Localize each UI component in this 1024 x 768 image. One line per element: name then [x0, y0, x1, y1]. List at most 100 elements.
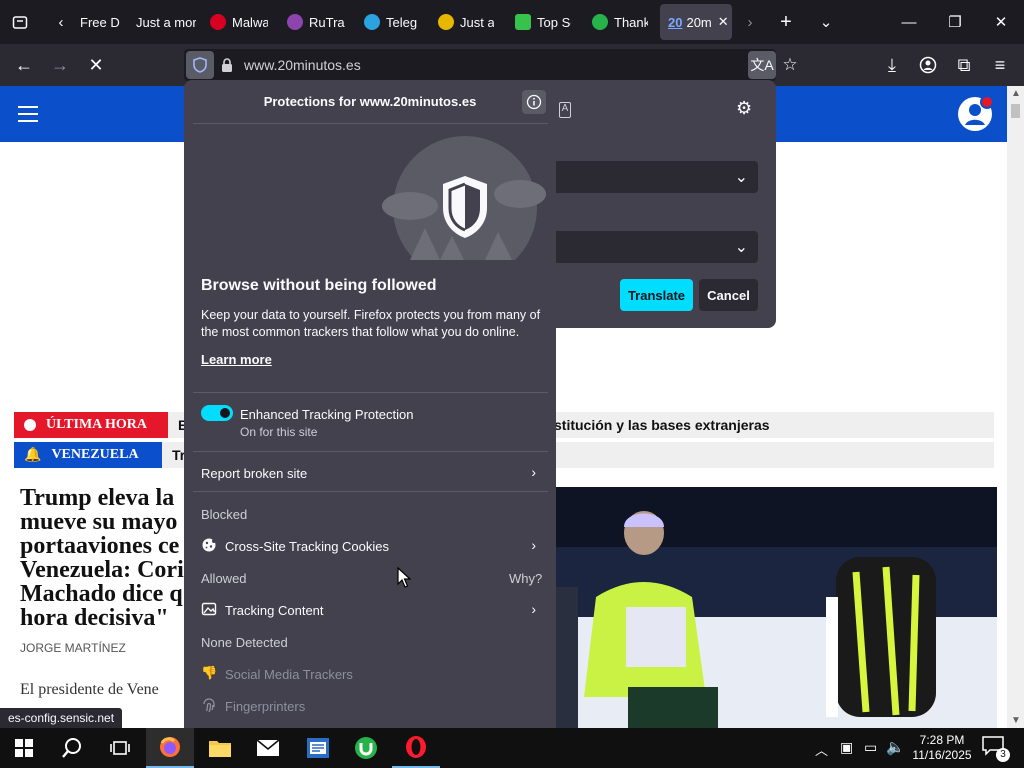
leaf-favicon-icon — [515, 14, 531, 30]
tab-1[interactable]: Just a mor — [136, 4, 196, 40]
word-app-icon[interactable] — [294, 728, 342, 768]
divider — [193, 123, 548, 124]
volume-muted-icon[interactable]: 🔈 — [886, 738, 905, 756]
scroll-tabs-left-icon[interactable]: ‹ — [46, 0, 76, 44]
search-icon[interactable] — [48, 728, 96, 768]
translate-button[interactable]: Translate — [620, 279, 693, 311]
bell-icon: 🔔 — [24, 447, 42, 463]
tab-label: Just a — [460, 14, 494, 30]
breaking-label: ÚLTIMA HORA — [46, 417, 148, 432]
article-headline[interactable]: Trump eleva la mueve su mayo portaavione… — [20, 486, 190, 630]
popup-title: Protections for www.20minutos.es — [263, 94, 477, 109]
translate-settings-gear-icon[interactable]: ⚙ — [736, 98, 752, 119]
translate-panel: A ⚙ ⌄ ⌄ Translate Cancel — [554, 80, 776, 328]
utorrent-taskbar-icon[interactable] — [342, 728, 390, 768]
windows-start-icon[interactable] — [0, 728, 48, 768]
close-window-icon[interactable]: ✕ — [978, 0, 1024, 44]
divider — [193, 392, 548, 393]
hamburger-menu-icon[interactable] — [18, 106, 38, 122]
new-tab-icon[interactable]: + — [768, 0, 804, 44]
tab-label: Telegr — [386, 14, 418, 30]
stop-loading-icon[interactable]: ✕ — [80, 49, 112, 81]
cross-site-chevron-right-icon[interactable]: › — [531, 537, 536, 553]
tracking-content-row[interactable]: Tracking Content — [225, 603, 324, 618]
scroll-tabs-right-icon[interactable]: › — [735, 0, 765, 44]
tab-0[interactable]: Free D — [80, 4, 128, 40]
tab-4[interactable]: Telegr — [364, 4, 418, 40]
opera-taskbar-icon[interactable] — [392, 728, 440, 768]
firefox-taskbar-icon[interactable] — [146, 728, 194, 768]
tab-2[interactable]: Malwa — [210, 4, 268, 40]
downloads-icon[interactable]: ⤓ — [876, 49, 908, 81]
back-icon[interactable]: ← — [8, 49, 40, 81]
20minutos-favicon-icon: 20 — [668, 14, 683, 30]
taskbar: ︿ ▣ ▭ 🔈 7:28 PM 11/16/2025 3 — [0, 728, 1024, 768]
report-broken-site-row[interactable]: Report broken site — [201, 466, 539, 481]
tab-3[interactable]: RuTrac — [287, 4, 345, 40]
bookmark-star-icon[interactable]: ☆ — [774, 49, 806, 81]
tab-label: RuTrac — [309, 14, 345, 30]
forward-icon[interactable]: → — [44, 49, 76, 81]
restore-icon[interactable]: ❐ — [932, 0, 978, 44]
mail-icon[interactable] — [244, 728, 292, 768]
tracking-content-chevron-right-icon[interactable]: › — [531, 601, 536, 617]
close-tab-icon[interactable]: ✕ — [718, 14, 729, 30]
status-bar: es-config.sensic.net — [0, 708, 123, 728]
tab-list-icon[interactable] — [0, 0, 40, 44]
url-bar[interactable]: www.20minutos.es 文A — [184, 49, 776, 81]
utorrent-favicon-icon — [592, 14, 608, 30]
chevron-down-icon: ⌄ — [734, 239, 748, 256]
report-broken-site-label: Report broken site — [201, 466, 308, 481]
account-icon[interactable] — [912, 49, 944, 81]
info-icon[interactable] — [522, 90, 546, 114]
show-hidden-icons-chevron-up-icon[interactable]: ︿ — [815, 740, 828, 759]
tab-5[interactable]: Just a — [438, 4, 494, 40]
fingerprinters-row: Fingerprinters — [225, 699, 306, 714]
popup-body: Keep your data to yourself. Firefox prot… — [201, 308, 541, 339]
network-icon[interactable]: ▭ — [864, 739, 877, 756]
cookie-icon — [201, 537, 217, 558]
clock-time: 7:28 PM — [919, 733, 965, 747]
scroll-up-icon[interactable]: ▲ — [1011, 88, 1021, 99]
cancel-button[interactable]: Cancel — [699, 279, 758, 311]
article-photo[interactable] — [556, 487, 997, 728]
page-scrollbar[interactable]: ▲ ▼ — [1007, 86, 1024, 728]
cross-site-cookies-row[interactable]: Cross-Site Tracking Cookies — [225, 539, 389, 554]
none-detected-header: None Detected — [201, 635, 288, 650]
user-avatar-icon[interactable] — [958, 95, 994, 131]
menu-icon[interactable]: ≡ — [984, 49, 1016, 81]
divider — [193, 451, 548, 452]
tab-label: Top Sc — [537, 14, 571, 30]
mouse-cursor-icon — [397, 566, 412, 594]
scroll-down-icon[interactable]: ▼ — [1011, 715, 1021, 726]
clock-date: 11/16/2025 — [912, 748, 972, 762]
tab-active-20minutos[interactable]: 20 20m ✕ — [660, 4, 732, 40]
tab-7[interactable]: Thank — [592, 4, 648, 40]
file-explorer-icon[interactable] — [196, 728, 244, 768]
learn-more-link[interactable]: Learn more — [201, 352, 272, 367]
social-media-trackers-row: Social Media Trackers — [225, 667, 353, 682]
popup-heading: Browse without being followed — [201, 277, 437, 294]
why-link[interactable]: Why? — [509, 571, 542, 586]
notification-count-badge: 3 — [996, 748, 1010, 762]
translate-from-select[interactable]: ⌄ — [554, 161, 758, 193]
translate-to-select[interactable]: ⌄ — [554, 231, 758, 263]
tab-6[interactable]: Top Sc — [515, 4, 571, 40]
task-view-icon[interactable] — [96, 728, 144, 768]
translate-icon[interactable]: 文A — [748, 51, 776, 79]
minimize-icon[interactable]: — — [886, 0, 932, 44]
meet-now-icon[interactable]: ▣ — [840, 739, 853, 756]
malware-favicon-icon — [210, 14, 226, 30]
report-chevron-right-icon: › — [531, 464, 536, 480]
clock[interactable]: 7:28 PM 11/16/2025 — [912, 733, 972, 763]
tab-label: Malwa — [232, 14, 268, 30]
notifications-icon[interactable]: 3 — [982, 736, 1010, 762]
shield-icon[interactable] — [186, 51, 214, 79]
live-dot-icon — [24, 419, 36, 431]
extensions-icon[interactable]: ⧉ — [948, 49, 980, 81]
divider — [193, 491, 548, 492]
scroll-thumb[interactable] — [1011, 104, 1020, 118]
fingerprint-icon — [201, 697, 217, 718]
etp-toggle[interactable] — [201, 405, 233, 421]
all-tabs-chevron-down-icon[interactable]: ⌄ — [808, 0, 844, 44]
